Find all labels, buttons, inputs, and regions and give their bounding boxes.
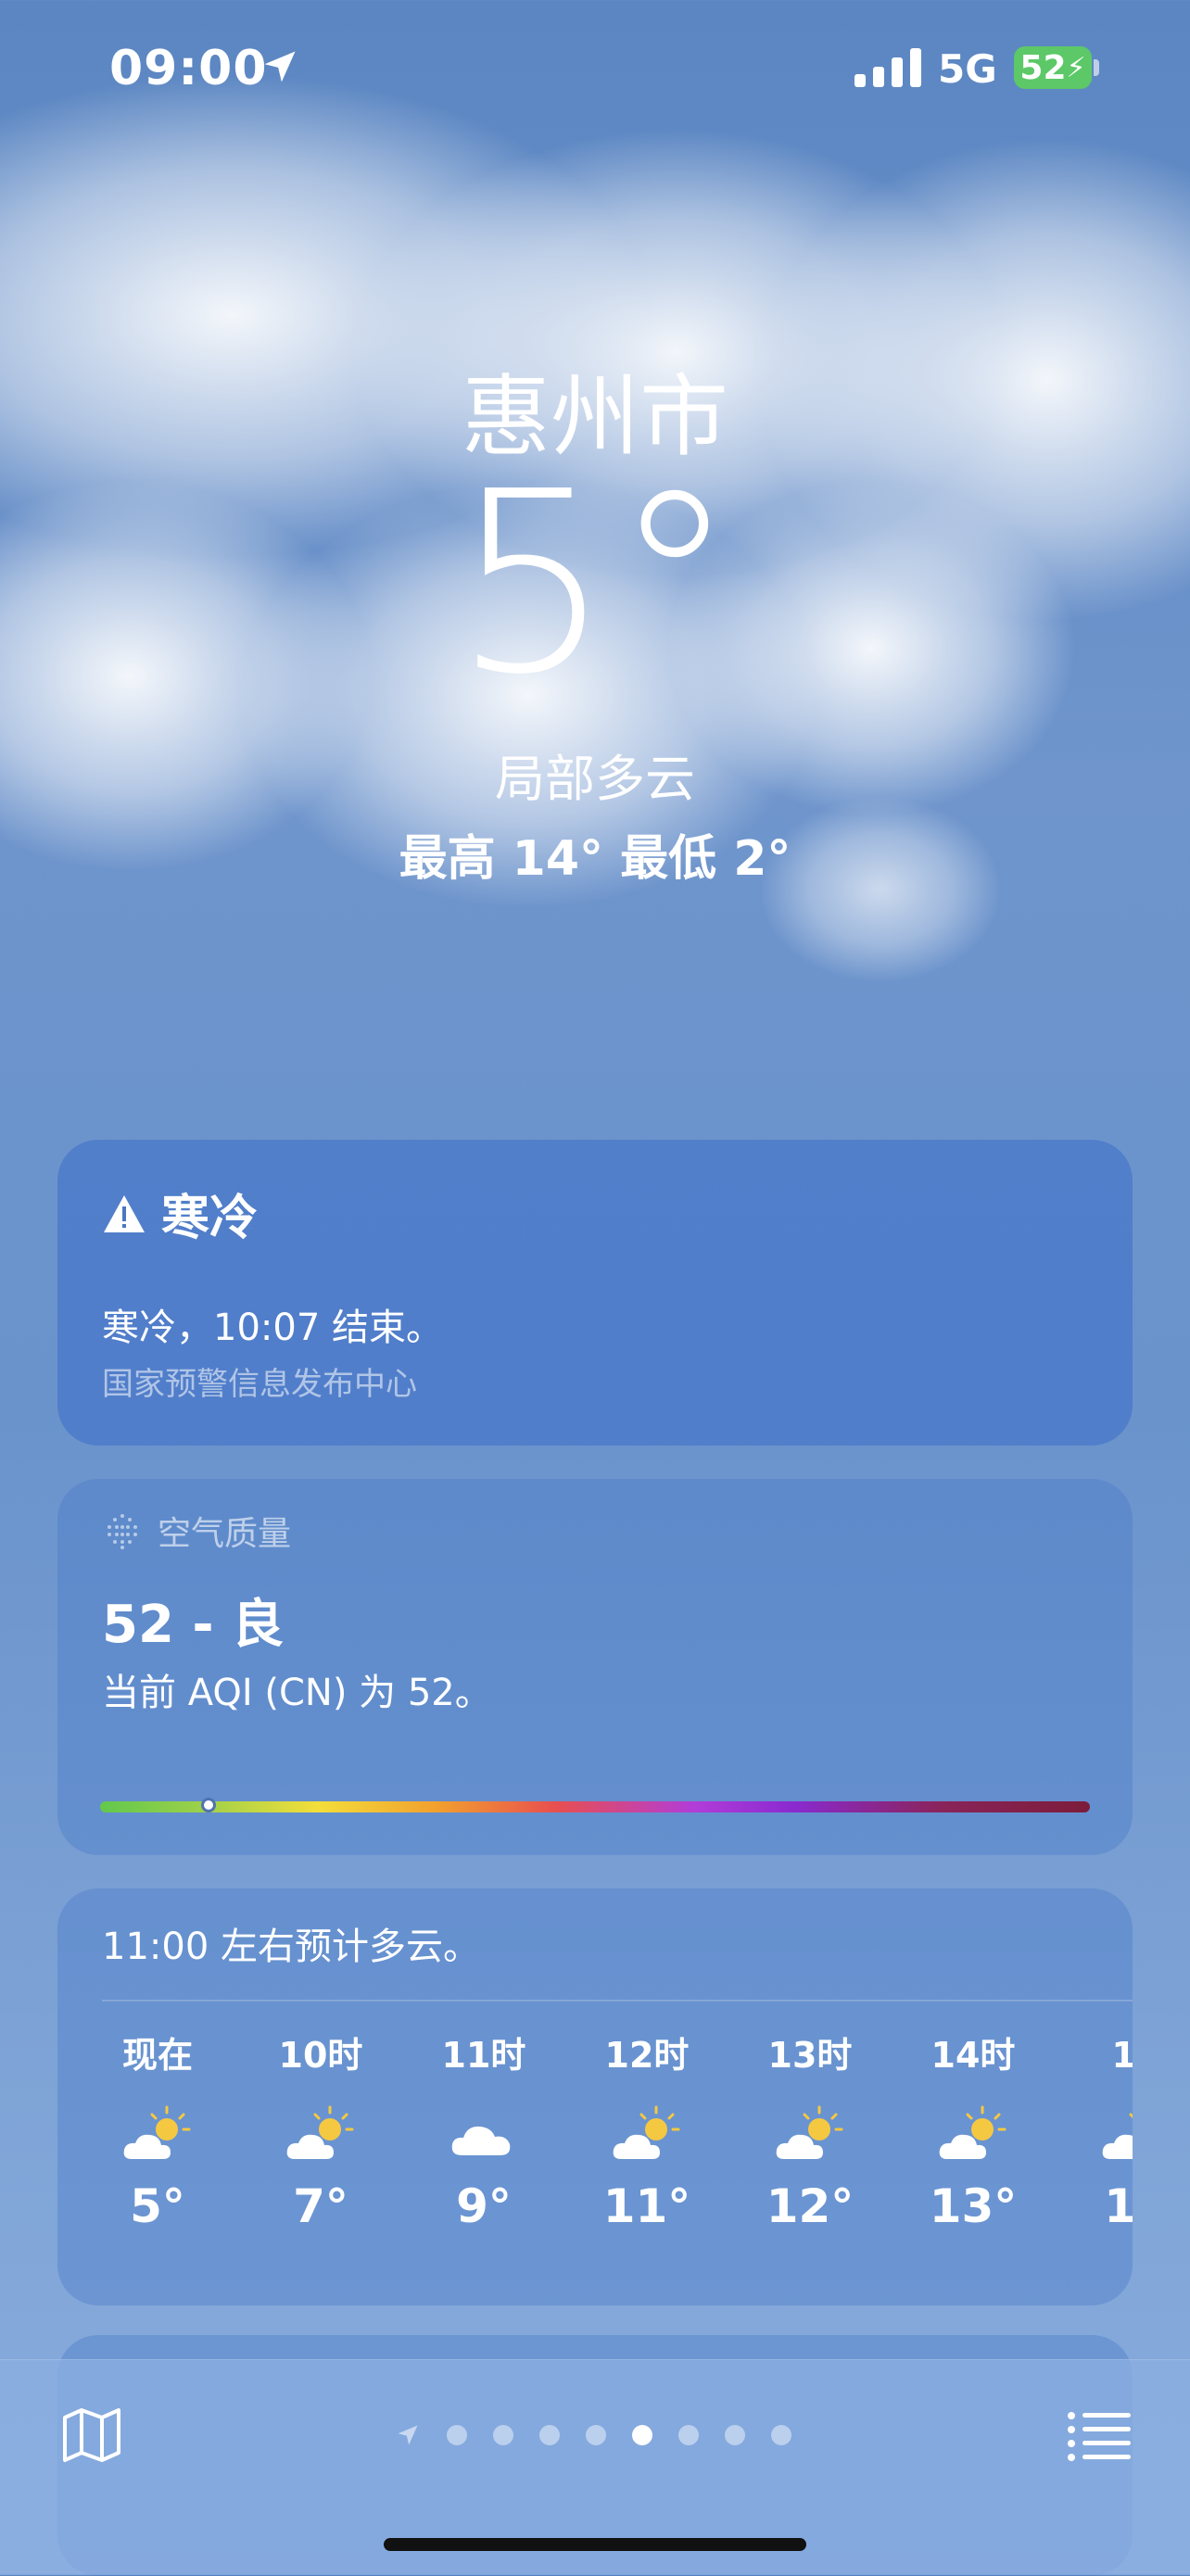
page-dot[interactable] bbox=[447, 2425, 467, 2445]
cloud-icon bbox=[419, 2102, 549, 2166]
air-quality-header: 空气质量 bbox=[102, 1507, 291, 1555]
page-indicator[interactable] bbox=[395, 2419, 791, 2451]
hour-temperature: 7° bbox=[293, 2179, 348, 2233]
hourly-list[interactable]: 现在5°10时7°11时9°12时11°13时12°14时13°1514 bbox=[57, 2027, 1133, 2268]
air-quality-icon bbox=[108, 1514, 137, 1549]
hour-label: 13时 bbox=[767, 2035, 853, 2076]
charging-bolt-icon: ⚡ bbox=[1066, 51, 1086, 84]
hourly-item: 现在 5° bbox=[93, 2027, 222, 2233]
alert-title: 寒冷 bbox=[161, 1191, 259, 1246]
hourly-item: 11时 9° bbox=[419, 2027, 549, 2233]
location-arrow-icon bbox=[264, 51, 296, 82]
hour-temperature: 12° bbox=[766, 2179, 855, 2233]
partly-sunny-icon bbox=[582, 2102, 712, 2166]
hour-temperature: 9° bbox=[456, 2179, 512, 2233]
aqi-scale-marker bbox=[201, 1798, 217, 1812]
warning-icon bbox=[104, 1194, 145, 1232]
status-bar: 09:00 5G 52 ⚡ bbox=[0, 0, 1190, 139]
status-time: 09:00 bbox=[109, 41, 268, 96]
hourly-item: 14时 13° bbox=[908, 2027, 1038, 2233]
battery-indicator: 52 ⚡ bbox=[1014, 46, 1092, 89]
hour-temperature: 11° bbox=[602, 2179, 691, 2233]
hourly-forecast-card[interactable]: 11:00 左右预计多云。 现在 5° 10时 7° 11时 9° 12时 11° 13时 12°… bbox=[57, 1888, 1133, 2305]
aqi-value: 52 - 良 bbox=[102, 1595, 285, 1655]
page-dot[interactable] bbox=[632, 2425, 652, 2445]
current-temperature: 5° bbox=[452, 437, 738, 729]
hour-temperature: 13° bbox=[929, 2179, 1018, 2233]
weather-alert-card[interactable]: 寒冷 寒冷，10:07 结束。 国家预警信息发布中心 bbox=[57, 1140, 1133, 1446]
weather-condition: 局部多云 bbox=[495, 750, 695, 808]
partly-sunny-icon bbox=[908, 2102, 1038, 2166]
page-dot[interactable] bbox=[539, 2425, 560, 2445]
hour-temperature: 14 bbox=[1104, 2179, 1133, 2233]
hourly-item: 1514 bbox=[1071, 2027, 1133, 2233]
page-dot[interactable] bbox=[586, 2425, 606, 2445]
hour-label: 现在 bbox=[121, 2035, 193, 2076]
hour-label: 10时 bbox=[278, 2035, 363, 2076]
alert-header: 寒冷 bbox=[102, 1179, 258, 1248]
aqi-scale-bar bbox=[100, 1798, 1090, 1812]
alert-source: 国家预警信息发布中心 bbox=[102, 1366, 417, 1403]
page-dot[interactable] bbox=[678, 2425, 699, 2445]
home-indicator bbox=[384, 2538, 806, 2551]
high-low-temperature: 最高 14° 最低 2° bbox=[399, 831, 791, 887]
battery-level: 52 bbox=[1019, 48, 1067, 87]
hour-label: 12时 bbox=[604, 2035, 690, 2076]
aqi-description: 当前 AQI (CN) 为 52。 bbox=[102, 1672, 492, 1714]
alert-text: 寒冷，10:07 结束。 bbox=[102, 1307, 443, 1349]
partly-sunny-icon bbox=[745, 2102, 875, 2166]
hourly-summary: 11:00 左右预计多云。 bbox=[102, 1926, 480, 1968]
hourly-item: 12时 11° bbox=[582, 2027, 712, 2233]
page-dot[interactable] bbox=[771, 2425, 791, 2445]
hourly-item: 13时 12° bbox=[745, 2027, 875, 2233]
bottom-toolbar bbox=[0, 2359, 1190, 2575]
hour-label: 11时 bbox=[441, 2035, 526, 2076]
map-icon[interactable] bbox=[61, 2406, 122, 2464]
cellular-signal-icon bbox=[855, 48, 921, 87]
hour-label: 14时 bbox=[930, 2035, 1016, 2076]
hourly-item: 10时 7° bbox=[256, 2027, 386, 2233]
partly-sunny-icon bbox=[256, 2102, 386, 2166]
partly-sunny-icon bbox=[1071, 2102, 1133, 2166]
page-dot[interactable] bbox=[725, 2425, 745, 2445]
divider bbox=[102, 2000, 1133, 2001]
air-quality-card[interactable]: 空气质量 52 - 良 当前 AQI (CN) 为 52。 bbox=[57, 1479, 1133, 1855]
current-location-page-icon[interactable] bbox=[395, 2422, 421, 2448]
hour-temperature: 5° bbox=[130, 2179, 185, 2233]
city-list-icon[interactable] bbox=[1066, 2408, 1131, 2464]
partly-sunny-icon bbox=[93, 2102, 222, 2166]
hour-label: 15 bbox=[1111, 2035, 1133, 2076]
network-type: 5G bbox=[938, 46, 997, 92]
battery-cap bbox=[1094, 59, 1099, 76]
air-quality-label: 空气质量 bbox=[158, 1515, 292, 1553]
page-dot[interactable] bbox=[493, 2425, 513, 2445]
